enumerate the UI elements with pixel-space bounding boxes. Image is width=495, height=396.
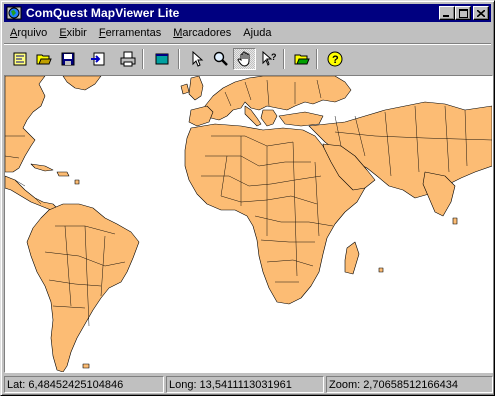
menu-marcadores-accel: M bbox=[173, 26, 183, 39]
menu-ferramentas[interactable]: Ferramentas bbox=[93, 27, 167, 39]
land-sri-lanka bbox=[452, 217, 458, 225]
print-button[interactable] bbox=[116, 48, 139, 70]
status-bar: Lat: 6,48452425104846 Long: 13,54111130319… bbox=[4, 375, 493, 394]
latitude-panel: Lat: 6,48452425104846 bbox=[4, 376, 164, 393]
folder-open-icon bbox=[36, 54, 52, 65]
menu-exibir-accel: E bbox=[59, 26, 67, 39]
toolbar-divider bbox=[4, 43, 491, 45]
menu-ajuda-label: juda bbox=[250, 26, 272, 39]
zoom-panel: Zoom: 2,70658512166434 bbox=[326, 376, 493, 393]
arrow-pointer-icon bbox=[192, 51, 203, 67]
menu-ferramentas-accel: F bbox=[98, 26, 106, 39]
toolbar-separator bbox=[283, 49, 285, 69]
land-central-america bbox=[5, 175, 58, 211]
map-canvas[interactable] bbox=[4, 75, 493, 373]
help-button[interactable]: ? bbox=[323, 48, 346, 70]
hand-icon bbox=[236, 51, 249, 67]
land-caribbean-islands bbox=[74, 179, 80, 185]
latitude-value: 6,48452425104846 bbox=[28, 379, 124, 391]
menu-arquivo[interactable]: Arquivo bbox=[4, 27, 53, 39]
menu-bar: Arquivo Exibir Ferramentas Marcadores Aj… bbox=[4, 23, 277, 42]
land-south-america bbox=[26, 203, 140, 372]
land-greenland bbox=[62, 76, 102, 91]
latitude-label: Lat: bbox=[7, 379, 26, 391]
land-balkans-greece bbox=[260, 109, 278, 127]
longitude-value: 13,5411113031961 bbox=[199, 379, 292, 391]
save-button[interactable] bbox=[56, 48, 79, 70]
menu-marcadores[interactable]: Marcadores bbox=[167, 27, 237, 39]
title-bar[interactable]: ComQuest MapViewer Lite bbox=[4, 4, 491, 22]
longitude-panel: Long: 13,5411113031961 bbox=[166, 376, 324, 393]
full-extent-icon bbox=[155, 53, 168, 65]
menu-exibir-label: xibir bbox=[66, 26, 87, 39]
full-extent-button[interactable] bbox=[150, 48, 173, 70]
land-great-britain bbox=[188, 76, 204, 101]
land-madagascar bbox=[344, 241, 360, 275]
longitude-label: Long: bbox=[169, 379, 197, 391]
app-window: ComQuest MapViewer Lite Arquivo Exibir F… bbox=[0, 0, 495, 396]
export-button[interactable] bbox=[86, 48, 109, 70]
help-icon: ? bbox=[327, 51, 342, 67]
menu-arquivo-label: rquivo bbox=[17, 26, 48, 39]
land-mascarene bbox=[378, 267, 384, 273]
folder-layer-icon bbox=[294, 54, 310, 65]
svg-text:?: ? bbox=[332, 54, 339, 66]
land-europe bbox=[204, 76, 352, 121]
select-button[interactable] bbox=[185, 48, 208, 70]
land-turkey bbox=[278, 111, 324, 127]
toolbar-separator bbox=[316, 49, 318, 69]
world-map bbox=[5, 76, 492, 372]
zoom-value: 2,70658512166434 bbox=[363, 379, 459, 391]
land-iberia bbox=[188, 105, 214, 127]
open-button[interactable] bbox=[32, 48, 55, 70]
zoom-label: Zoom: bbox=[329, 379, 361, 391]
toolbar-separator bbox=[142, 49, 144, 69]
close-icon bbox=[477, 9, 485, 17]
app-globe-icon bbox=[6, 6, 22, 20]
menu-marcadores-label: arcadores bbox=[182, 26, 232, 39]
land-north-america bbox=[5, 76, 46, 173]
toolbar: ? ? bbox=[4, 46, 491, 74]
open-layer-button[interactable] bbox=[290, 48, 313, 70]
printer-icon bbox=[120, 51, 135, 67]
pan-button[interactable] bbox=[233, 48, 256, 70]
maximize-icon bbox=[458, 8, 468, 18]
land-cuba bbox=[30, 163, 54, 172]
minimize-button[interactable] bbox=[439, 6, 455, 20]
minimize-icon bbox=[443, 15, 449, 17]
land-falklands bbox=[82, 363, 90, 369]
zoom-button[interactable] bbox=[209, 48, 232, 70]
land-hispaniola bbox=[56, 171, 70, 177]
menu-ajuda[interactable]: Ajudajuda bbox=[237, 27, 277, 39]
floppy-disk-icon bbox=[61, 52, 74, 66]
arrow-question-icon: ? bbox=[262, 51, 277, 66]
menu-ajuda-prefix: A bbox=[243, 26, 251, 39]
close-button[interactable] bbox=[473, 6, 489, 20]
new-map-button[interactable] bbox=[8, 48, 31, 70]
magnifier-icon bbox=[213, 51, 228, 66]
export-arrow-icon bbox=[90, 52, 104, 66]
toolbar-separator bbox=[178, 49, 180, 69]
maximize-button[interactable] bbox=[455, 6, 471, 20]
svg-text:?: ? bbox=[271, 52, 277, 62]
land-ireland bbox=[180, 83, 190, 95]
menu-exibir[interactable]: Exibir bbox=[53, 27, 93, 39]
new-map-icon bbox=[13, 52, 26, 66]
window-title: ComQuest MapViewer Lite bbox=[26, 6, 180, 20]
query-button[interactable]: ? bbox=[257, 48, 280, 70]
menu-ferramentas-label: erramentas bbox=[105, 26, 162, 39]
